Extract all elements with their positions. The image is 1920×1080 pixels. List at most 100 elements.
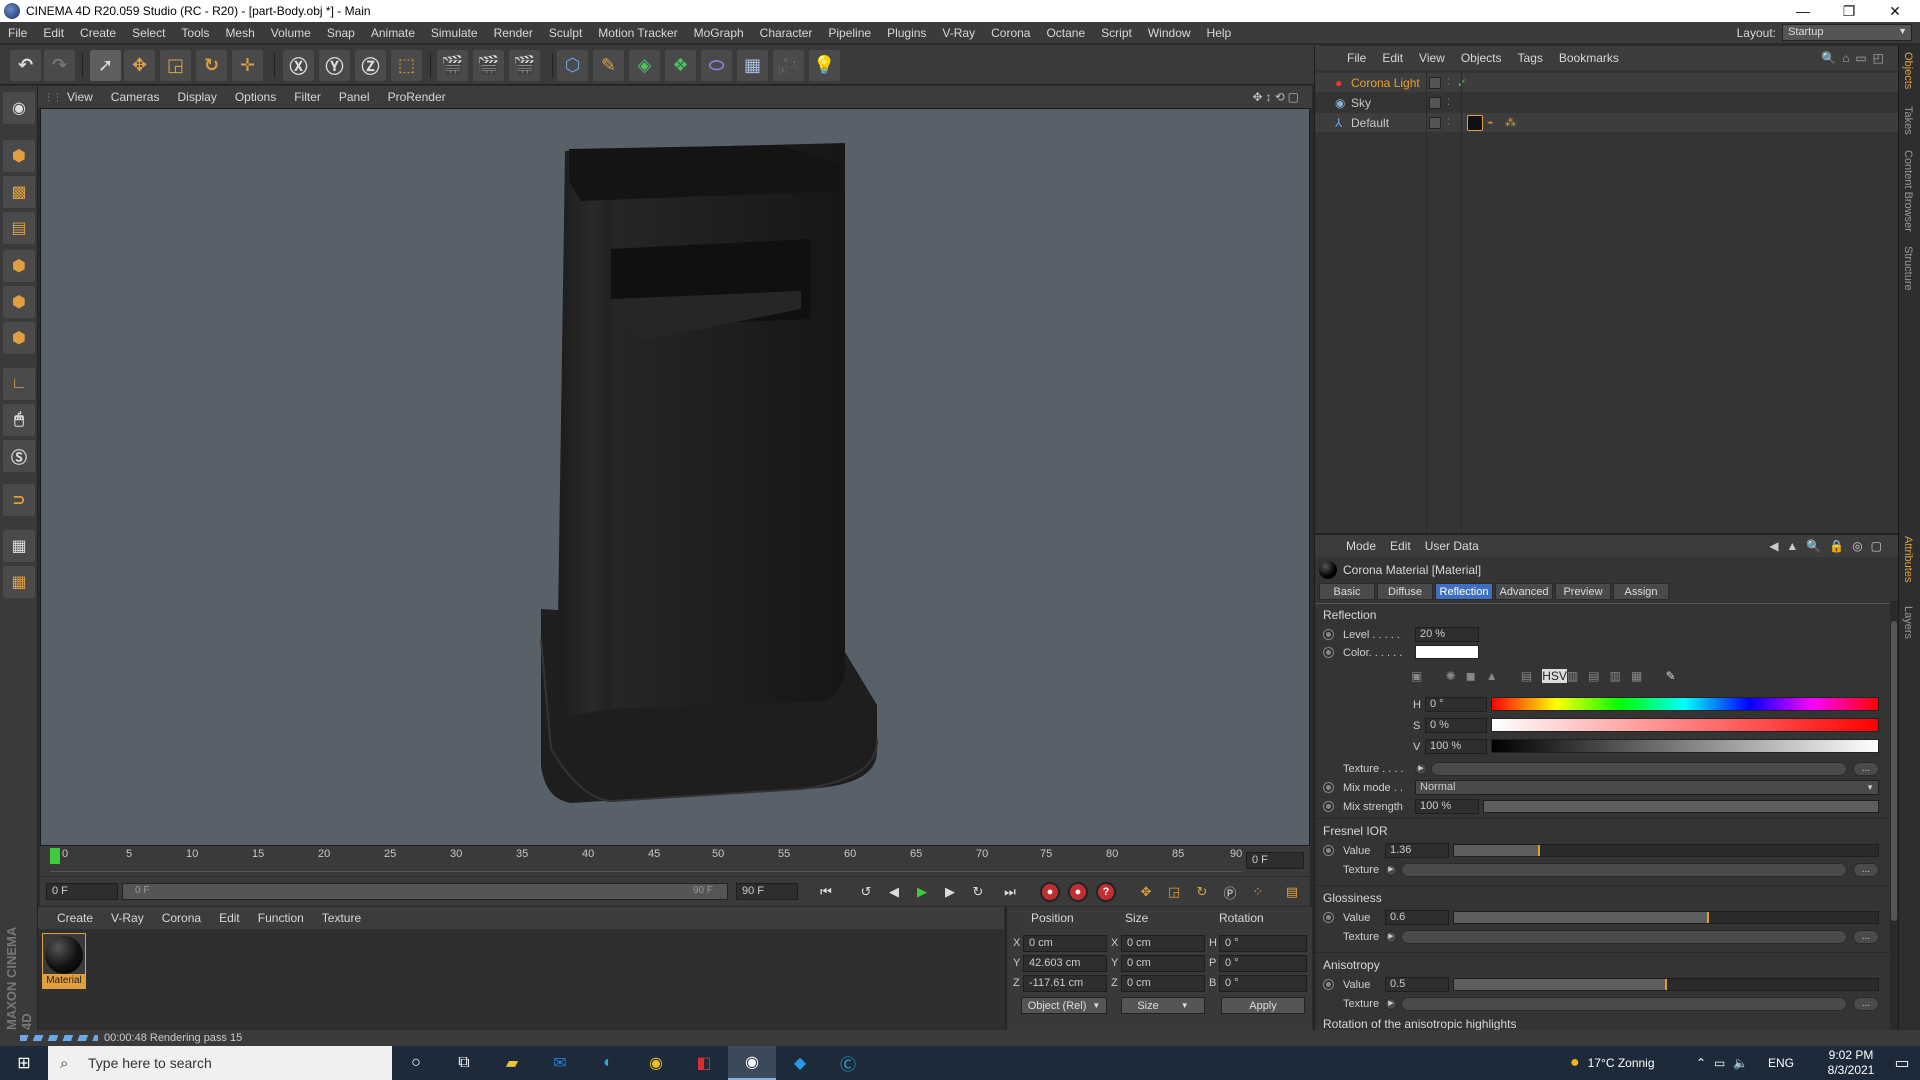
close-button[interactable]: ✕ <box>1872 0 1918 22</box>
tab-structure[interactable]: Structure <box>1902 246 1914 291</box>
notifications-button[interactable]: ▭ <box>1884 1046 1920 1080</box>
grid-lock-button[interactable]: ▦ <box>3 530 35 562</box>
position-x-field[interactable]: 0 cm <box>1023 935 1107 952</box>
viewport-menu-options[interactable]: Options <box>226 90 285 104</box>
render-view-button[interactable]: 🎬 <box>437 50 468 81</box>
menu-simulate[interactable]: Simulate <box>423 26 486 40</box>
windows-start-button[interactable]: ⊞ <box>0 1046 48 1080</box>
viewport-menu-filter[interactable]: Filter <box>285 90 330 104</box>
menu-vray[interactable]: V-Ray <box>934 26 983 40</box>
edges-mode-button[interactable]: ⬢ <box>3 286 35 318</box>
menu-pipeline[interactable]: Pipeline <box>820 26 879 40</box>
live-selection-button[interactable]: ➚ <box>90 50 121 81</box>
outlook-button[interactable]: ✉ <box>536 1046 584 1080</box>
record-button[interactable]: ● <box>1040 882 1060 902</box>
fresnel-slider-handle[interactable] <box>1537 845 1540 856</box>
aniso-slider[interactable] <box>1453 978 1879 991</box>
tab-preview[interactable]: Preview <box>1555 583 1611 600</box>
aniso-value-field[interactable]: 0.5 <box>1385 977 1449 992</box>
object-row-corona-light[interactable]: ● Corona Light ⁚ ✓ <box>1315 73 1898 92</box>
tab-attributes[interactable]: Attributes <box>1902 536 1914 582</box>
next-frame-button[interactable]: ▶ <box>938 881 962 903</box>
tab-objects[interactable]: Objects <box>1902 52 1914 89</box>
menu-help[interactable]: Help <box>1199 26 1240 40</box>
layer-icon[interactable] <box>1429 96 1441 109</box>
prev-key-button[interactable]: ↺ <box>854 881 878 903</box>
menu-snap[interactable]: Snap <box>319 26 363 40</box>
texture-mode-button[interactable]: ▩ <box>3 176 35 208</box>
tab-diffuse[interactable]: Diffuse <box>1377 583 1433 600</box>
app-button[interactable]: Ⓒ <box>824 1046 872 1080</box>
pen-spline-button[interactable]: ✎ <box>593 50 624 81</box>
menu-select[interactable]: Select <box>124 26 173 40</box>
gloss-texture-slot[interactable] <box>1401 930 1847 944</box>
size-x-field[interactable]: 0 cm <box>1121 935 1205 952</box>
make-editable-button[interactable]: ◉ <box>3 92 35 124</box>
attributes-menu-edit[interactable]: Edit <box>1383 539 1418 553</box>
gloss-value-field[interactable]: 0.6 <box>1385 910 1449 925</box>
texture-more-button[interactable]: ... <box>1853 762 1879 776</box>
subdivision-button[interactable]: ◈ <box>629 50 660 81</box>
object-row-sky[interactable]: ◉ Sky ⁚ <box>1315 93 1898 112</box>
objects-menu-bookmarks[interactable]: Bookmarks <box>1551 51 1627 65</box>
menu-plugins[interactable]: Plugins <box>879 26 934 40</box>
polygons-mode-button[interactable]: ⬢ <box>3 322 35 354</box>
value-field[interactable]: 100 % <box>1425 739 1487 754</box>
play-button[interactable]: ▶ <box>910 881 934 903</box>
gloss-texture-play-icon[interactable]: ▶ <box>1385 931 1397 943</box>
menu-sculpt[interactable]: Sculpt <box>541 26 590 40</box>
redo-button[interactable]: ↷ <box>44 50 75 81</box>
mixmode-dropdown[interactable]: Normal ▼ <box>1415 780 1879 795</box>
menu-corona[interactable]: Corona <box>983 26 1038 40</box>
mixmode-animate-radio[interactable] <box>1323 782 1334 793</box>
objects-menu-objects[interactable]: Objects <box>1453 51 1510 65</box>
objects-menu-file[interactable]: File <box>1339 51 1374 65</box>
tab-takes[interactable]: Takes <box>1902 106 1914 135</box>
viewport-menu-cameras[interactable]: Cameras <box>102 90 169 104</box>
task-view-button[interactable]: ⧉ <box>440 1046 488 1080</box>
rotation-b-field[interactable]: 0 ° <box>1219 975 1307 992</box>
fresnel-texture-play-icon[interactable]: ▶ <box>1385 864 1397 876</box>
material-tag-icon[interactable] <box>1467 114 1483 131</box>
menu-create[interactable]: Create <box>72 26 124 40</box>
material-menu-function[interactable]: Function <box>249 911 313 925</box>
frame-range-slider[interactable]: 0 F 90 F <box>122 883 728 900</box>
attributes-header-icons[interactable]: ◀▲🔍🔒◎▢ <box>1769 539 1890 553</box>
y-axis-lock-button[interactable]: Ⓨ <box>319 50 350 81</box>
tab-assign[interactable]: Assign <box>1613 583 1669 600</box>
key-parameter-button[interactable]: Ⓟ <box>1218 881 1242 903</box>
aniso-texture-more-button[interactable]: ... <box>1853 997 1879 1011</box>
aniso-slider-handle[interactable] <box>1665 979 1667 990</box>
undo-button[interactable]: ↶ <box>10 50 41 81</box>
fresnel-texture-more-button[interactable]: ... <box>1853 863 1879 877</box>
key-scale-button[interactable]: ◲ <box>1162 881 1186 903</box>
gloss-slider-handle[interactable] <box>1707 912 1710 923</box>
menu-animate[interactable]: Animate <box>363 26 423 40</box>
fresnel-texture-slot[interactable] <box>1401 863 1847 877</box>
tab-layers[interactable]: Layers <box>1902 606 1914 639</box>
menu-tools[interactable]: Tools <box>173 26 217 40</box>
material-menu-create[interactable]: Create <box>48 911 102 925</box>
tab-reflection[interactable]: Reflection <box>1435 583 1493 600</box>
mixstrength-slider[interactable] <box>1483 800 1879 813</box>
edge-button[interactable]: ◐ <box>584 1046 632 1080</box>
z-axis-lock-button[interactable]: Ⓩ <box>355 50 386 81</box>
fresnel-animate-radio[interactable] <box>1323 845 1334 856</box>
material-swatch[interactable]: Material <box>42 933 86 989</box>
light-button[interactable]: 💡 <box>809 50 840 81</box>
menu-octane[interactable]: Octane <box>1038 26 1093 40</box>
viewport-menu-view[interactable]: View <box>58 90 102 104</box>
saturation-field[interactable]: 0 % <box>1425 718 1487 733</box>
mixstrength-animate-radio[interactable] <box>1323 801 1334 812</box>
weather-widget[interactable]: ● 17°C Zonnig <box>1570 1046 1655 1080</box>
aniso-texture-play-icon[interactable]: ▶ <box>1385 998 1397 1010</box>
attributes-menu-user-data[interactable]: User Data <box>1418 539 1486 553</box>
objects-menu-tags[interactable]: Tags <box>1510 51 1551 65</box>
gloss-slider[interactable] <box>1453 911 1879 924</box>
keyframe-selection-button[interactable]: ? <box>1096 882 1116 902</box>
objects-menu-edit[interactable]: Edit <box>1374 51 1411 65</box>
tab-basic[interactable]: Basic <box>1319 583 1375 600</box>
cinema4d-taskbar-button[interactable]: ◉ <box>728 1046 776 1080</box>
hue-field[interactable]: 0 ° <box>1425 697 1487 712</box>
enabled-check-icon[interactable]: ✓ <box>1457 76 1467 90</box>
